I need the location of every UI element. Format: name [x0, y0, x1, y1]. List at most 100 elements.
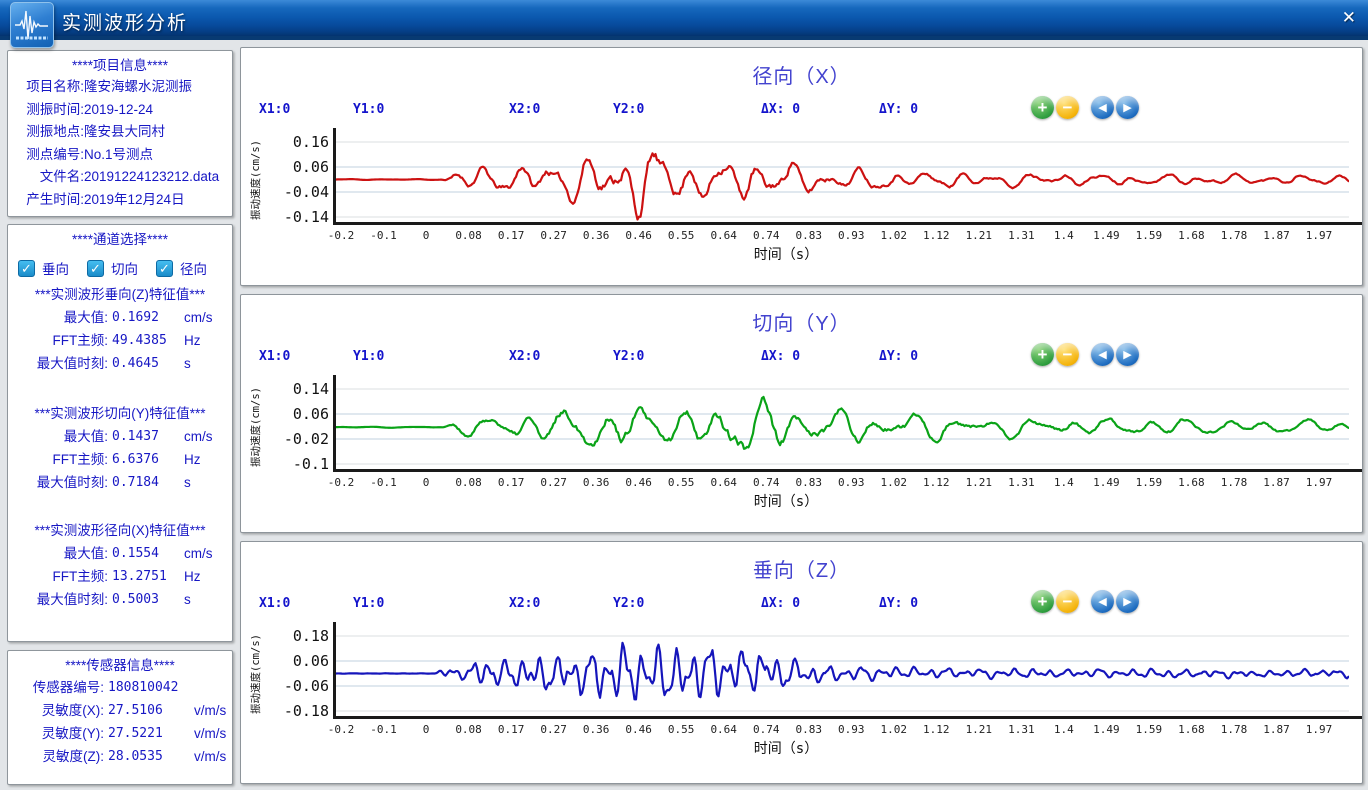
pan-left-button[interactable]: ◀ [1091, 96, 1114, 119]
svg-text:1.87: 1.87 [1263, 476, 1290, 489]
spacer [12, 494, 228, 518]
waveform-plot-radial-x[interactable]: 0.160.06-0.04-0.14-0.2-0.100.080.170.270… [241, 126, 1362, 284]
charts-column: 径向（X）X1:0Y1:0X2:0Y2:0ΔX: 0ΔY: 0+−◀▶0.160… [240, 47, 1363, 790]
zoom-in-button[interactable]: + [1031, 96, 1054, 119]
cursor-readout: ΔY: 0 [879, 349, 918, 364]
checkbox-radial[interactable]: ✓ [156, 260, 173, 277]
feature-value: 49.4385 [112, 329, 184, 352]
svg-text:0.64: 0.64 [710, 229, 737, 242]
svg-text:0.46: 0.46 [625, 229, 652, 242]
channel-checkbox-row: ✓垂向✓切向✓径向 [18, 256, 226, 280]
feature-blocks: ***实测波形垂向(Z)特征值***最大值:0.1692cm/sFFT主频:49… [12, 284, 228, 611]
svg-text:0.64: 0.64 [710, 476, 737, 489]
svg-text:1.97: 1.97 [1306, 723, 1333, 736]
sensor-value: 28.0535 [108, 745, 194, 768]
svg-text:0.08: 0.08 [455, 229, 482, 242]
svg-text:1.78: 1.78 [1221, 229, 1248, 242]
svg-text:0.17: 0.17 [498, 229, 524, 242]
svg-text:1.02: 1.02 [881, 229, 908, 242]
feature-name: 最大值: [12, 306, 108, 329]
sensor-name: 灵敏度(Z): [12, 745, 104, 768]
svg-text:-0.14: -0.14 [284, 208, 329, 226]
svg-text:0.64: 0.64 [710, 723, 737, 736]
svg-text:0.17: 0.17 [498, 476, 524, 489]
svg-text:0.06: 0.06 [293, 652, 329, 670]
svg-text:0.27: 0.27 [540, 723, 567, 736]
waveform-plot-tangential-y[interactable]: 0.140.06-0.02-0.1-0.2-0.100.080.170.270.… [241, 373, 1362, 531]
pan-left-button[interactable]: ◀ [1091, 343, 1114, 366]
zoom-out-button[interactable]: − [1056, 343, 1079, 366]
sensor-info-header: ****传感器信息**** [12, 656, 228, 676]
feature-name: 最大值时刻: [12, 352, 108, 375]
svg-text:0.55: 0.55 [668, 723, 695, 736]
zoom-out-button[interactable]: − [1056, 96, 1079, 119]
feature-unit: cm/s [184, 306, 213, 329]
svg-text:0.55: 0.55 [668, 229, 695, 242]
project-info-line: 产生时间:2019年12月24日 [12, 189, 228, 212]
svg-text:-0.02: -0.02 [284, 430, 329, 448]
feature-block: ***实测波形垂向(Z)特征值***最大值:0.1692cm/sFFT主频:49… [12, 284, 228, 375]
svg-text:-0.06: -0.06 [284, 677, 329, 695]
svg-text:0.18: 0.18 [293, 627, 329, 645]
feature-unit: s [184, 471, 191, 494]
feature-value: 6.6376 [112, 448, 184, 471]
pan-right-button[interactable]: ▶ [1116, 96, 1139, 119]
cursor-readout: X1:0 [259, 102, 290, 117]
info-value: 2019年12月24日 [84, 189, 185, 212]
svg-text:1.02: 1.02 [881, 476, 908, 489]
svg-text:时间（s）: 时间（s） [754, 741, 818, 757]
cursor-readout: X1:0 [259, 596, 290, 611]
sensor-unit: v/m/s [194, 722, 226, 745]
svg-text:1.78: 1.78 [1221, 723, 1248, 736]
svg-text:0.93: 0.93 [838, 723, 865, 736]
project-info-line: 测振地点:隆安县大同村 [12, 121, 228, 144]
sensor-value: 27.5106 [108, 699, 194, 722]
svg-text:-0.1: -0.1 [370, 229, 397, 242]
svg-text:0.74: 0.74 [753, 229, 780, 242]
close-button[interactable]: ✕ [1342, 8, 1356, 28]
info-value: 20191224123212.data [84, 166, 219, 189]
svg-text:时间（s）: 时间（s） [754, 494, 818, 510]
svg-text:0.46: 0.46 [625, 723, 652, 736]
zoom-in-button[interactable]: + [1031, 590, 1054, 613]
checkbox-tangential[interactable]: ✓ [87, 260, 104, 277]
zoom-out-button[interactable]: − [1056, 590, 1079, 613]
zoom-in-button[interactable]: + [1031, 343, 1054, 366]
feature-value: 0.1437 [112, 425, 184, 448]
pan-right-button[interactable]: ▶ [1116, 343, 1139, 366]
feature-name: 最大值: [12, 425, 108, 448]
feature-name: 最大值时刻: [12, 588, 108, 611]
waveform-logo-icon [14, 7, 50, 45]
feature-block: ***实测波形径向(X)特征值***最大值:0.1554cm/sFFT主频:13… [12, 520, 228, 611]
channel-select-header: ****通道选择**** [12, 230, 228, 250]
svg-text:-0.1: -0.1 [293, 455, 329, 473]
svg-text:1.31: 1.31 [1008, 229, 1035, 242]
feature-row: 最大值:0.1692cm/s [12, 306, 228, 329]
pan-right-button[interactable]: ▶ [1116, 590, 1139, 613]
feature-block-header: ***实测波形垂向(Z)特征值*** [12, 284, 228, 306]
info-label: 产生时间: [12, 189, 84, 212]
svg-text:1.49: 1.49 [1093, 476, 1120, 489]
svg-text:1.49: 1.49 [1093, 723, 1120, 736]
app-window: 实测波形分析 ✕ ****项目信息**** 项目名称:隆安海螺水泥测振测振时间:… [0, 0, 1368, 790]
sensor-row: 灵敏度(Y):27.5221v/m/s [12, 722, 228, 745]
info-label: 测点编号: [12, 144, 84, 167]
svg-text:0.36: 0.36 [583, 476, 610, 489]
feature-row: 最大值时刻:0.4645s [12, 352, 228, 375]
svg-text:振动速度(cm/s): 振动速度(cm/s) [249, 140, 262, 220]
window-title: 实测波形分析 [62, 8, 188, 35]
svg-text:1.21: 1.21 [966, 476, 993, 489]
cursor-readout: ΔY: 0 [879, 596, 918, 611]
feature-name: FFT主频: [12, 329, 108, 352]
project-info-lines: 项目名称:隆安海螺水泥测振测振时间:2019-12-24测振地点:隆安县大同村测… [12, 76, 228, 211]
svg-text:1.87: 1.87 [1263, 723, 1290, 736]
svg-text:0.55: 0.55 [668, 476, 695, 489]
svg-text:1.97: 1.97 [1306, 229, 1333, 242]
pan-left-button[interactable]: ◀ [1091, 590, 1114, 613]
checkbox-vertical[interactable]: ✓ [18, 260, 35, 277]
cursor-readout: X2:0 [509, 596, 540, 611]
waveform-plot-vertical-z[interactable]: 0.180.06-0.06-0.18-0.2-0.100.080.170.270… [241, 620, 1362, 778]
feature-row: 最大值时刻:0.7184s [12, 471, 228, 494]
waveform-trace-tangential-y [336, 397, 1349, 449]
svg-text:1.4: 1.4 [1054, 229, 1074, 242]
